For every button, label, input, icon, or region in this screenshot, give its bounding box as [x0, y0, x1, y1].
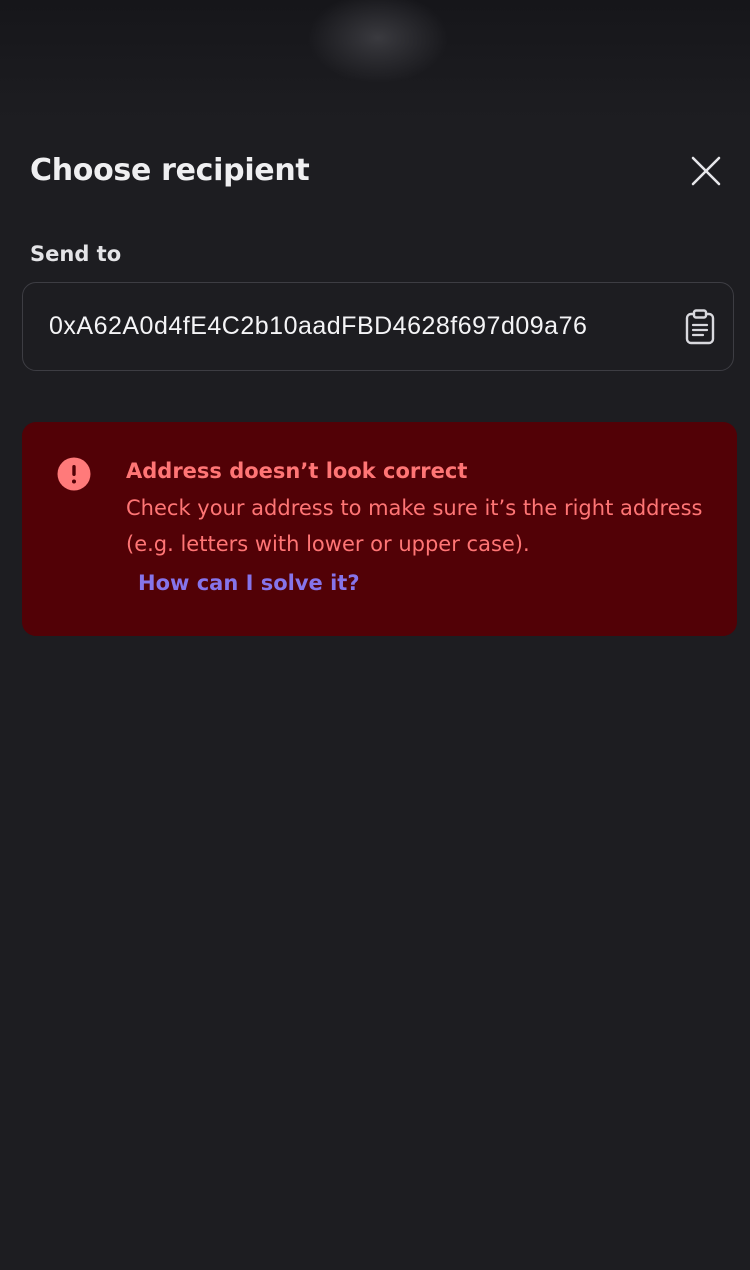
error-message: Check your address to make sure it’s the…	[126, 496, 703, 556]
recipient-address-value[interactable]: 0xA62A0d4fE4C2b10aadFBD4628f697d09a76	[49, 283, 587, 369]
paste-button[interactable]	[681, 307, 719, 347]
close-button[interactable]	[684, 149, 728, 193]
close-icon	[691, 156, 721, 186]
backdrop-strip	[0, 0, 750, 120]
page-title: Choose recipient	[30, 153, 310, 188]
recipient-address-input[interactable]: 0xA62A0d4fE4C2b10aadFBD4628f697d09a76	[22, 282, 734, 371]
clipboard-icon	[685, 309, 715, 345]
help-link[interactable]: How can I solve it?	[138, 568, 360, 598]
send-to-label: Send to	[30, 242, 122, 266]
address-error-alert: Address doesn’t look correct Check your …	[22, 422, 737, 636]
exclamation-circle-icon	[57, 457, 91, 491]
error-title: Address doesn’t look correct	[126, 459, 468, 483]
